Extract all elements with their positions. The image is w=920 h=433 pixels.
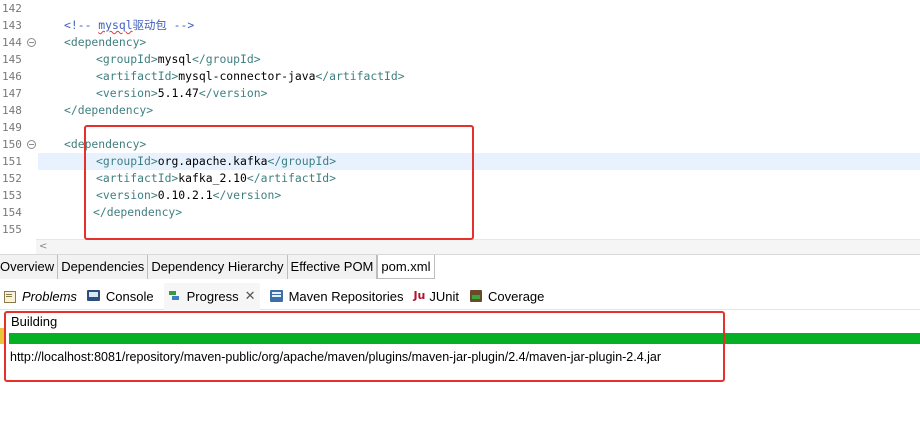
code-line[interactable]: <!-- mysql驱动包 --> (64, 17, 194, 34)
line-number: 147 (2, 87, 22, 100)
line-number: 155 (2, 223, 22, 236)
coverage-icon (469, 289, 483, 303)
tab-effective-pom[interactable]: Effective POM (287, 255, 378, 279)
tab-problems-label: Problems (22, 288, 77, 304)
line-number: 148 (2, 104, 22, 117)
code-line[interactable]: </dependency> (64, 102, 153, 119)
code-token: <groupId> (96, 52, 158, 66)
line-number: 143 (2, 19, 22, 32)
horizontal-scrollbar[interactable]: < (36, 239, 920, 254)
tab-junit[interactable]: Ju JUnit (413, 283, 459, 310)
code-line[interactable]: <groupId>mysql</groupId> (96, 51, 261, 68)
tab-pom-xml[interactable]: pom.xml (377, 255, 435, 279)
highlight-box-progress (4, 311, 725, 382)
scroll-left-arrow-icon[interactable]: < (39, 240, 47, 254)
fold-toggle-icon[interactable]: − (27, 140, 36, 149)
line-number: 142 (2, 2, 22, 15)
code-token: <!-- (64, 18, 99, 32)
line-number: 154 (2, 206, 22, 219)
tab-maven-repositories[interactable]: Maven Repositories (269, 283, 404, 310)
views-tab-bar: Problems Console Progress ✕ Maven Reposi… (0, 282, 920, 310)
code-token: mysql (157, 52, 193, 66)
tab-junit-label: JUnit (429, 288, 460, 304)
line-number: 151 (2, 155, 22, 168)
code-line[interactable]: <artifactId>mysql-connector-java</artifa… (96, 68, 405, 85)
tab-console[interactable]: Console (86, 283, 154, 310)
line-number: 149 (2, 121, 22, 134)
tab-maven-repositories-label: Maven Repositories (288, 288, 404, 304)
tab-progress-label: Progress (186, 288, 239, 304)
code-token: </dependency> (64, 103, 154, 117)
problems-icon (3, 289, 17, 303)
junit-icon: Ju (413, 289, 426, 302)
tab-overview[interactable]: Overview (0, 255, 59, 279)
console-icon (86, 289, 101, 303)
code-token: mysql-connector-java (178, 69, 316, 83)
code-token: </version> (198, 86, 268, 100)
code-token: mysql (98, 18, 133, 32)
tab-coverage[interactable]: Coverage (469, 283, 544, 310)
tab-dependency-hierarchy[interactable]: Dependency Hierarchy (148, 255, 288, 279)
close-icon[interactable]: ✕ (245, 288, 256, 304)
maven-repositories-icon (269, 289, 284, 303)
code-line[interactable]: <version>5.1.47</version> (96, 85, 267, 102)
tab-coverage-label: Coverage (488, 288, 545, 304)
code-token: 5.1.47 (157, 86, 199, 100)
line-number: 153 (2, 189, 22, 202)
tab-console-label: Console (105, 288, 154, 304)
line-number: 145 (2, 53, 22, 66)
line-number: 146 (2, 70, 22, 83)
progress-icon (168, 289, 182, 303)
tab-dependencies[interactable]: Dependencies (58, 255, 149, 279)
code-token: 驱动包 --> (132, 18, 195, 32)
code-token: </artifactId> (315, 69, 405, 83)
fold-toggle-icon[interactable]: − (27, 38, 36, 47)
code-token: </groupId> (192, 52, 261, 66)
code-token: <dependency> (64, 35, 147, 49)
line-number: 152 (2, 172, 22, 185)
code-token: <version> (96, 86, 158, 100)
tab-progress[interactable]: Progress ✕ (163, 282, 260, 310)
code-line[interactable]: <dependency> (64, 34, 146, 51)
tab-problems[interactable]: Problems (3, 283, 77, 310)
pom-editor-tabs: Overview Dependencies Dependency Hierarc… (0, 254, 920, 279)
highlight-box-kafka-dependency (84, 125, 474, 240)
code-token: <artifactId> (96, 69, 179, 83)
